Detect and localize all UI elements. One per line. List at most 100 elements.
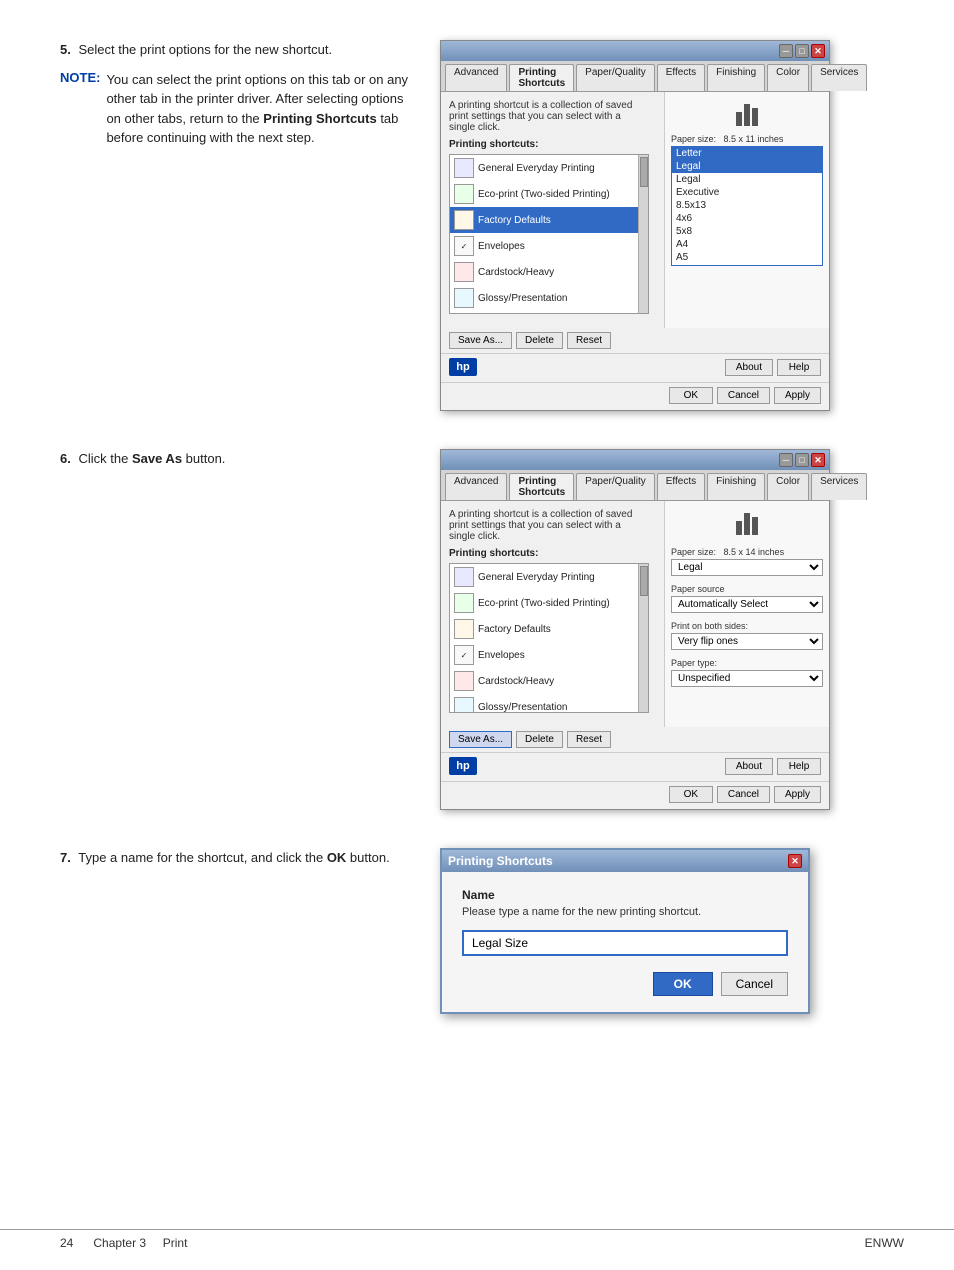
- close-button-2[interactable]: ✕: [811, 453, 825, 467]
- tab2-services[interactable]: Services: [811, 473, 867, 500]
- delete-button-1[interactable]: Delete: [516, 332, 563, 349]
- shortcut-item-envelopes[interactable]: ✓ Envelopes: [450, 233, 648, 259]
- option-4x6[interactable]: 4x6: [672, 212, 822, 225]
- dialog-3: Printing Shortcuts ✕ Name Please type a …: [440, 848, 810, 1014]
- shortcut2-eco[interactable]: Eco-print (Two-sided Printing): [450, 590, 648, 616]
- tab2-printing-shortcuts[interactable]: Printing Shortcuts: [509, 473, 574, 500]
- tab-color[interactable]: Color: [767, 64, 809, 91]
- step-7-number: 7.: [60, 850, 71, 865]
- tab-services[interactable]: Services: [811, 64, 867, 91]
- shortcut-label-cardstock: Cardstock/Heavy: [478, 267, 554, 278]
- tab2-effects[interactable]: Effects: [657, 473, 705, 500]
- shortcut-item-eco[interactable]: Eco-print (Two-sided Printing): [450, 181, 648, 207]
- reset-button-2[interactable]: Reset: [567, 731, 611, 748]
- paper-size-field-2: Paper size: 8.5 x 14 inches Legal: [671, 547, 823, 576]
- tab-effects[interactable]: Effects: [657, 64, 705, 91]
- step-6-number: 6.: [60, 451, 71, 466]
- footer-right: ENWW: [865, 1236, 904, 1250]
- option-executive[interactable]: Executive: [672, 186, 822, 199]
- cancel-button-2[interactable]: Cancel: [717, 786, 770, 803]
- close-button[interactable]: ✕: [811, 44, 825, 58]
- save-as-button-2[interactable]: Save As...: [449, 731, 512, 748]
- tab-advanced[interactable]: Advanced: [445, 64, 507, 91]
- option-legal2[interactable]: Legal: [672, 173, 822, 186]
- maximize-button-2[interactable]: □: [795, 453, 809, 467]
- flip-sides-select[interactable]: Very flip ones: [671, 633, 823, 650]
- close-button-3[interactable]: ✕: [788, 854, 802, 868]
- dialog-1-hp-row: hp About Help: [441, 353, 829, 380]
- paper-source-label: Paper source: [671, 584, 823, 594]
- option-a5[interactable]: A5: [672, 251, 822, 264]
- tab2-paperquality[interactable]: Paper/Quality: [576, 473, 655, 500]
- tab-paperquality[interactable]: Paper/Quality: [576, 64, 655, 91]
- shortcut-icon-glossy: [454, 288, 474, 308]
- apply-button-1[interactable]: Apply: [774, 387, 821, 404]
- printer-icon-area: [671, 98, 823, 130]
- paper-size-select-2[interactable]: Legal: [671, 559, 823, 576]
- step-6-heading: 6. Click the Save As button.: [60, 449, 420, 469]
- shortcut-item-general[interactable]: General Everyday Printing: [450, 155, 648, 181]
- help-button-1[interactable]: Help: [777, 359, 821, 376]
- option-5x8[interactable]: 5x8: [672, 225, 822, 238]
- scrollbar-2[interactable]: [638, 564, 648, 712]
- footer-enww: ENWW: [865, 1236, 904, 1250]
- option-legal-selected[interactable]: Legal: [672, 160, 822, 173]
- tab-printing-shortcuts[interactable]: Printing Shortcuts: [509, 64, 574, 91]
- cancel-button-1[interactable]: Cancel: [717, 387, 770, 404]
- option-letter[interactable]: Letter: [672, 147, 822, 160]
- shortcut2-glossy[interactable]: Glossy/Presentation: [450, 694, 648, 713]
- footer-page-number: 24: [60, 1236, 73, 1250]
- dialog-1-titlebar: ─ □ ✕: [441, 41, 829, 61]
- chart-icon: [736, 98, 758, 126]
- shortcut2-envelopes[interactable]: ✓ Envelopes: [450, 642, 648, 668]
- shortcut2-factory[interactable]: Factory Defaults: [450, 616, 648, 642]
- note-label: NOTE:: [60, 70, 100, 85]
- tab2-color[interactable]: Color: [767, 473, 809, 500]
- help-button-2[interactable]: Help: [777, 758, 821, 775]
- shortcuts-list: General Everyday Printing Eco-print (Two…: [449, 154, 649, 314]
- apply-button-2[interactable]: Apply: [774, 786, 821, 803]
- step-5-right: ─ □ ✕ Advanced Printing Shortcuts Paper/…: [440, 40, 904, 421]
- maximize-button[interactable]: □: [795, 44, 809, 58]
- paper-size-label-1: Paper size: 8.5 x 11 inches: [671, 134, 823, 144]
- about-button-1[interactable]: About: [725, 359, 773, 376]
- ok-button-1[interactable]: OK: [669, 387, 713, 404]
- right-panel-1: Paper size: 8.5 x 11 inches Letter Legal…: [664, 92, 829, 328]
- shortcut-item-cardstock[interactable]: Cardstock/Heavy: [450, 259, 648, 285]
- tab2-finishing[interactable]: Finishing: [707, 473, 765, 500]
- paper-source-select[interactable]: Automatically Select: [671, 596, 823, 613]
- tab-finishing[interactable]: Finishing: [707, 64, 765, 91]
- paper-type-label: Paper type:: [671, 658, 823, 668]
- dialog-1-tabs: Advanced Printing Shortcuts Paper/Qualit…: [441, 61, 829, 92]
- shortcut2-general[interactable]: General Everyday Printing: [450, 564, 648, 590]
- option-a6[interactable]: A6: [672, 264, 822, 266]
- cancel-button-3[interactable]: Cancel: [721, 972, 788, 996]
- shortcut-name-input[interactable]: [462, 930, 788, 956]
- scrollbar[interactable]: [638, 155, 648, 313]
- shortcut2-icon-cardstock: [454, 671, 474, 691]
- minimize-button[interactable]: ─: [779, 44, 793, 58]
- shortcut-icon-general: [454, 158, 474, 178]
- paper-type-select[interactable]: Unspecified: [671, 670, 823, 687]
- paper-size-label-2: Paper size: 8.5 x 14 inches: [671, 547, 823, 557]
- shortcut-label-eco: Eco-print (Two-sided Printing): [478, 189, 610, 200]
- shortcuts-label-2: Printing shortcuts:: [449, 548, 649, 559]
- save-as-button-1[interactable]: Save As...: [449, 332, 512, 349]
- about-button-2[interactable]: About: [725, 758, 773, 775]
- step-5-text: Select the print options for the new sho…: [78, 42, 332, 57]
- minimize-button-2[interactable]: ─: [779, 453, 793, 467]
- reset-button-1[interactable]: Reset: [567, 332, 611, 349]
- ok-button-2[interactable]: OK: [669, 786, 713, 803]
- option-8513[interactable]: 8.5x13: [672, 199, 822, 212]
- dialog-3-desc: Please type a name for the new printing …: [462, 906, 788, 918]
- step-6-container: 6. Click the Save As button. ─ □ ✕: [60, 449, 904, 820]
- tab2-advanced[interactable]: Advanced: [445, 473, 507, 500]
- shortcut-item-factory[interactable]: Factory Defaults: [450, 207, 648, 233]
- shortcut2-cardstock[interactable]: Cardstock/Heavy: [450, 668, 648, 694]
- ok-button-3[interactable]: OK: [653, 972, 713, 996]
- shortcut-item-glossy[interactable]: Glossy/Presentation: [450, 285, 648, 311]
- option-a4[interactable]: A4: [672, 238, 822, 251]
- paper-size-dropdown-open[interactable]: Letter Legal Legal Executive 8.5x13 4x6 …: [671, 146, 823, 266]
- bar2-3: [752, 517, 758, 535]
- delete-button-2[interactable]: Delete: [516, 731, 563, 748]
